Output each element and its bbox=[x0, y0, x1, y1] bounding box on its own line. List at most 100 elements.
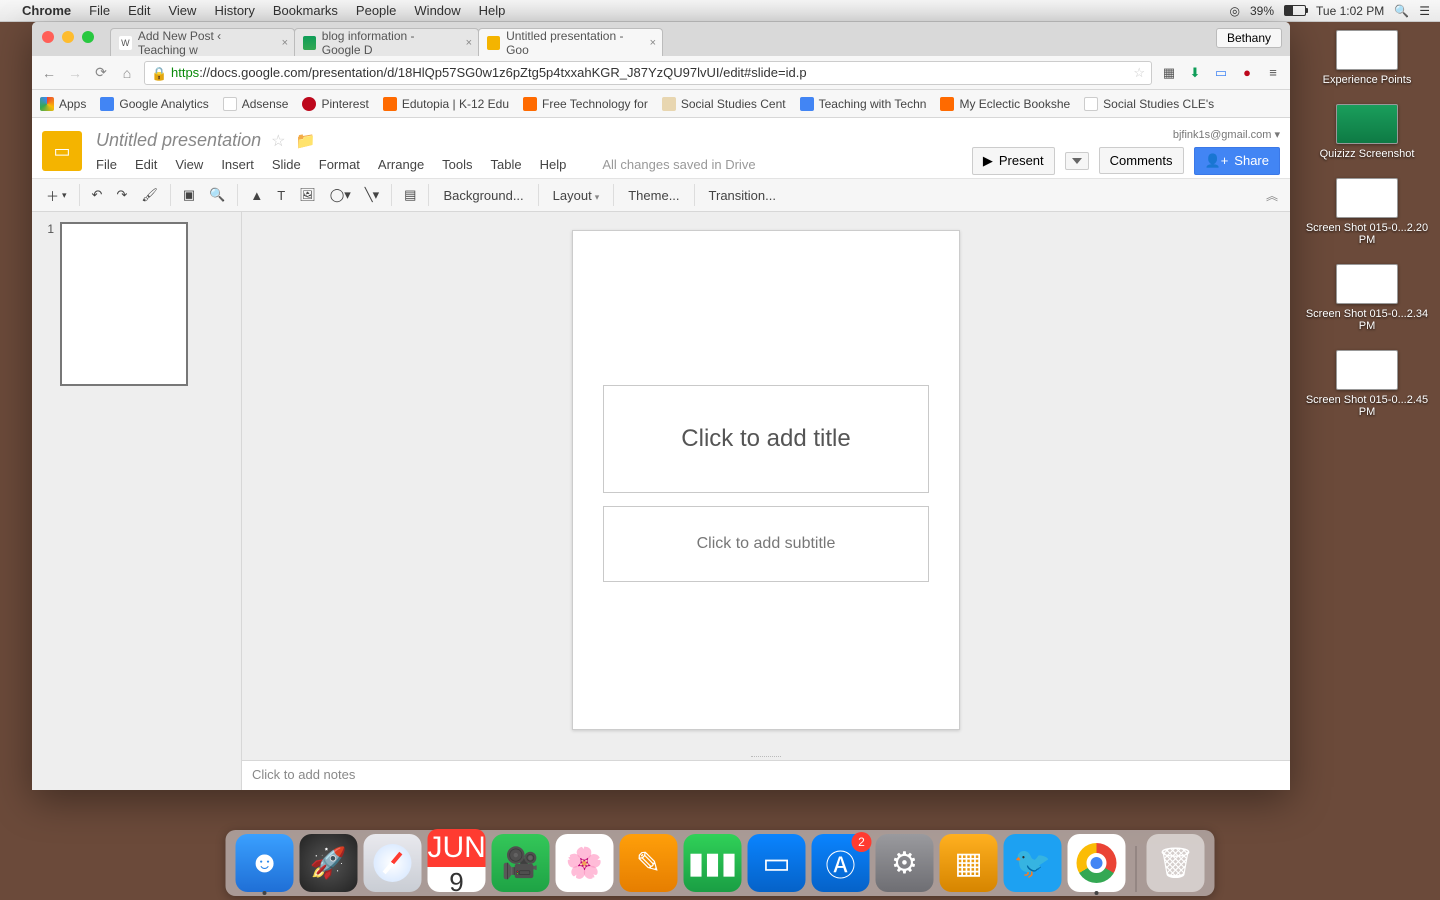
select-tool-icon[interactable]: ▲ bbox=[244, 184, 269, 207]
minimize-window-icon[interactable] bbox=[62, 31, 74, 43]
back-button-icon[interactable]: ← bbox=[40, 65, 58, 81]
menu-tools[interactable]: Tools bbox=[442, 157, 472, 172]
menubar-window[interactable]: Window bbox=[414, 3, 460, 18]
menu-insert[interactable]: Insert bbox=[221, 157, 254, 172]
redo-icon[interactable]: ↷ bbox=[110, 183, 133, 207]
zoom-window-icon[interactable] bbox=[82, 31, 94, 43]
extension-icon[interactable]: ⬇ bbox=[1186, 64, 1204, 82]
desktop-file[interactable]: Screen Shot 015-0...2.45 PM bbox=[1302, 350, 1432, 418]
menu-format[interactable]: Format bbox=[319, 157, 360, 172]
calendar-app-icon[interactable]: JUN9 bbox=[428, 834, 486, 892]
menubar-bookmarks[interactable]: Bookmarks bbox=[273, 3, 338, 18]
finder-app-icon[interactable]: ☻ bbox=[236, 834, 294, 892]
bookmark-item[interactable]: Edutopia | K-12 Edu bbox=[383, 97, 509, 111]
undo-icon[interactable]: ↶ bbox=[86, 183, 109, 207]
extension-icon[interactable]: ▦ bbox=[1160, 64, 1178, 82]
close-tab-icon[interactable]: × bbox=[650, 37, 656, 49]
new-slide-button[interactable]: ＋▾ bbox=[40, 182, 73, 209]
photos-app-icon[interactable]: 🌸 bbox=[556, 834, 614, 892]
menubar-people[interactable]: People bbox=[356, 3, 396, 18]
bookmark-item[interactable]: Teaching with Techn bbox=[800, 97, 927, 111]
slides-logo-icon[interactable]: ▭ bbox=[42, 131, 82, 171]
speaker-notes[interactable]: Click to add notes bbox=[242, 760, 1290, 790]
image-tool-icon[interactable]: 🖼 bbox=[293, 183, 322, 207]
bookmark-item[interactable]: Adsense bbox=[223, 97, 289, 111]
pages-app-icon[interactable]: ✎ bbox=[620, 834, 678, 892]
keynote-app-icon[interactable]: ▭ bbox=[748, 834, 806, 892]
menu-table[interactable]: Table bbox=[491, 157, 522, 172]
menubar-app[interactable]: Chrome bbox=[22, 3, 71, 18]
present-dropdown[interactable] bbox=[1065, 152, 1089, 170]
paint-format-icon[interactable]: 🖌 bbox=[135, 183, 164, 207]
browser-tab[interactable]: blog information - Google D× bbox=[294, 28, 479, 56]
bookmark-item[interactable]: Social Studies Cent bbox=[662, 97, 786, 111]
launchpad-app-icon[interactable]: 🚀 bbox=[300, 834, 358, 892]
move-folder-icon[interactable]: 📁 bbox=[295, 131, 315, 151]
star-icon[interactable]: ☆ bbox=[271, 131, 285, 151]
textbox-tool-icon[interactable]: T bbox=[271, 184, 291, 207]
bookmark-item[interactable]: Free Technology for bbox=[523, 97, 648, 111]
shape-tool-icon[interactable]: ◯▾ bbox=[324, 183, 357, 207]
facetime-app-icon[interactable]: 🎥 bbox=[492, 834, 550, 892]
pinterest-extension-icon[interactable]: ● bbox=[1238, 64, 1256, 82]
forward-button-icon[interactable]: → bbox=[66, 65, 84, 81]
menu-file[interactable]: File bbox=[96, 157, 117, 172]
background-button[interactable]: Background... bbox=[435, 184, 531, 207]
bookmark-item[interactable]: Pinterest bbox=[302, 97, 368, 111]
close-tab-icon[interactable]: × bbox=[282, 37, 288, 49]
menubar-help[interactable]: Help bbox=[479, 3, 506, 18]
bookmark-item[interactable]: Google Analytics bbox=[100, 97, 208, 111]
transition-button[interactable]: Transition... bbox=[701, 184, 784, 207]
menu-edit[interactable]: Edit bbox=[135, 157, 157, 172]
bookmark-star-icon[interactable]: ☆ bbox=[1133, 65, 1145, 81]
theme-button[interactable]: Theme... bbox=[620, 184, 687, 207]
bookmark-item[interactable]: My Eclectic Bookshe bbox=[940, 97, 1070, 111]
close-window-icon[interactable] bbox=[42, 31, 54, 43]
browser-tab[interactable]: WAdd New Post ‹ Teaching w× bbox=[110, 28, 295, 56]
collapse-toolbar-icon[interactable]: ︽ bbox=[1262, 183, 1282, 208]
menubar-view[interactable]: View bbox=[168, 3, 196, 18]
trash-icon[interactable]: 🗑 bbox=[1147, 834, 1205, 892]
desktop-file[interactable]: Screen Shot 015-0...2.34 PM bbox=[1302, 264, 1432, 332]
zoom-fit-icon[interactable]: ▣ bbox=[177, 183, 201, 207]
chrome-profile-button[interactable]: Bethany bbox=[1216, 28, 1282, 48]
url-input[interactable]: 🔒 https://docs.google.com/presentation/d… bbox=[144, 61, 1152, 85]
menubar-file[interactable]: File bbox=[89, 3, 110, 18]
account-email[interactable]: bjfink1s@gmail.com ▾ bbox=[1173, 128, 1280, 141]
menu-help[interactable]: Help bbox=[540, 157, 567, 172]
spotlight-icon[interactable]: 🔍 bbox=[1394, 4, 1409, 18]
zoom-icon[interactable]: 🔍 bbox=[203, 183, 231, 207]
extension-icon[interactable]: ▭ bbox=[1212, 64, 1230, 82]
reload-button-icon[interactable]: ⟳ bbox=[92, 64, 110, 81]
safari-app-icon[interactable] bbox=[364, 834, 422, 892]
menubar-edit[interactable]: Edit bbox=[128, 3, 150, 18]
browser-tab-active[interactable]: Untitled presentation - Goo× bbox=[478, 28, 663, 56]
system-preferences-icon[interactable]: ⚙ bbox=[876, 834, 934, 892]
share-button[interactable]: 👤+Share bbox=[1194, 147, 1280, 175]
hotspot-icon[interactable]: ◎ bbox=[1230, 4, 1240, 18]
calculator-app-icon[interactable]: ▦ bbox=[940, 834, 998, 892]
home-button-icon[interactable]: ⌂ bbox=[118, 65, 136, 81]
menu-slide[interactable]: Slide bbox=[272, 157, 301, 172]
chrome-app-icon[interactable] bbox=[1068, 834, 1126, 892]
menu-arrange[interactable]: Arrange bbox=[378, 157, 424, 172]
subtitle-placeholder[interactable]: Click to add subtitle bbox=[603, 506, 929, 582]
title-placeholder[interactable]: Click to add title bbox=[603, 385, 929, 493]
comment-icon[interactable]: ▤ bbox=[398, 183, 422, 207]
numbers-app-icon[interactable]: ▮▮▮ bbox=[684, 834, 742, 892]
desktop-file[interactable]: Quizizz Screenshot bbox=[1320, 104, 1415, 160]
slide[interactable]: Click to add title Click to add subtitle bbox=[572, 230, 960, 730]
present-button[interactable]: ▶Present bbox=[972, 147, 1055, 175]
chrome-menu-icon[interactable]: ≡ bbox=[1264, 64, 1282, 82]
close-tab-icon[interactable]: × bbox=[466, 37, 472, 49]
twitter-app-icon[interactable]: 🐦 bbox=[1004, 834, 1062, 892]
bookmark-item[interactable]: Apps bbox=[40, 97, 86, 111]
comments-button[interactable]: Comments bbox=[1099, 147, 1184, 174]
slide-thumbnail[interactable]: 1 bbox=[40, 222, 233, 386]
bookmark-item[interactable]: Social Studies CLE's bbox=[1084, 97, 1214, 111]
menubar-history[interactable]: History bbox=[214, 3, 254, 18]
appstore-app-icon[interactable]: Ⓐ2 bbox=[812, 834, 870, 892]
notification-center-icon[interactable]: ☰ bbox=[1419, 4, 1430, 18]
menu-view[interactable]: View bbox=[175, 157, 203, 172]
layout-button[interactable]: Layout▾ bbox=[545, 184, 608, 207]
